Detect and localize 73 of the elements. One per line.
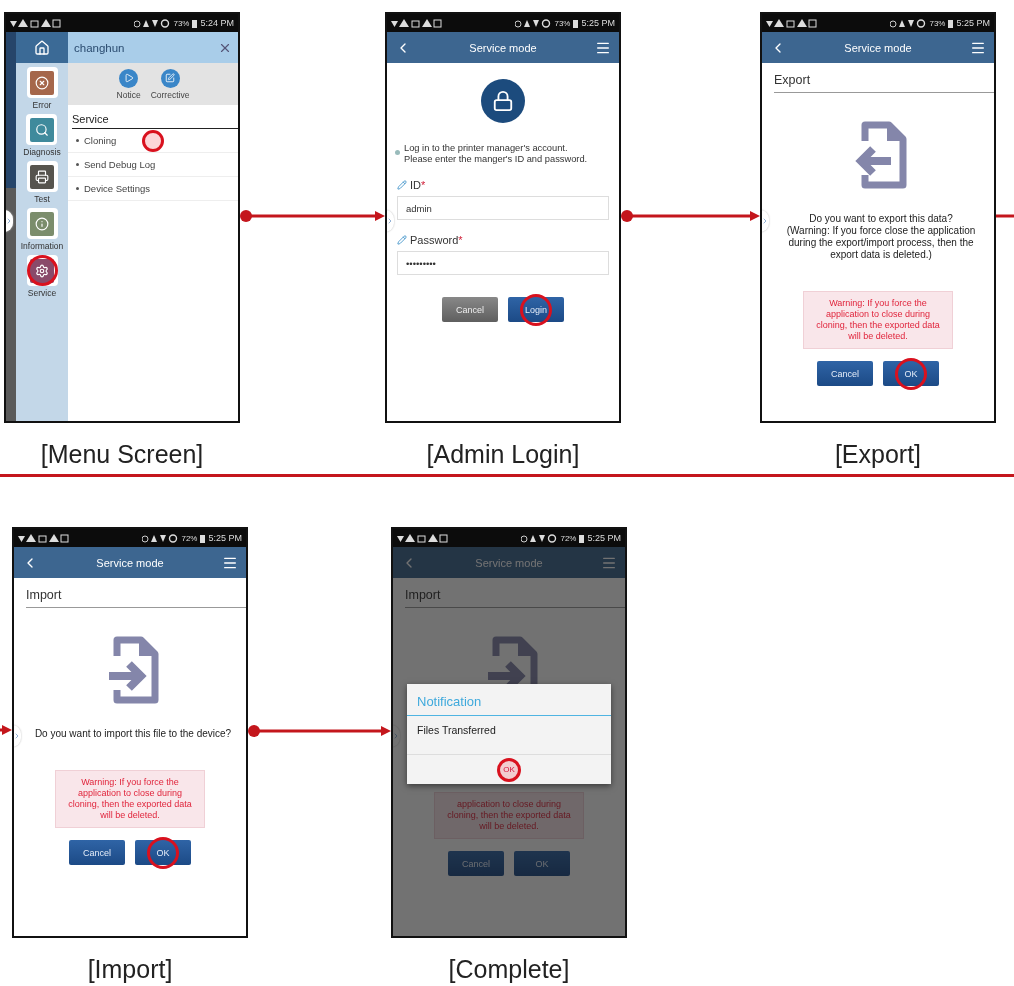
screen-caption: [Import]: [87, 954, 173, 984]
action-button[interactable]: Cancel: [69, 840, 125, 865]
battery-icon: [192, 18, 198, 28]
status-time: 5:25 PM: [956, 18, 990, 28]
status-time: 5:24 PM: [200, 18, 234, 28]
menu-item[interactable]: Send Debug Log: [68, 153, 238, 177]
home-button[interactable]: [16, 32, 68, 63]
warning-message: Warning: If you force the application to close during cloning, then the exported data will be deleted.: [55, 770, 205, 828]
system-icons-drawing: [142, 533, 179, 543]
status-icons-drawing: [18, 533, 70, 543]
screen-heading: Import: [405, 588, 625, 608]
screen-caption: [Complete]: [448, 954, 570, 984]
edit-icon: [160, 68, 180, 88]
status-icons-drawing: [397, 533, 449, 543]
screen-caption: [Admin Login]: [426, 439, 580, 469]
ok-button[interactable]: OK: [493, 759, 525, 780]
input-field[interactable]: •••••••••: [397, 251, 609, 275]
app-bar-title: Service mode: [96, 556, 164, 569]
app-bar-title: Service mode: [844, 41, 912, 54]
pencil-icon: [397, 180, 407, 190]
flow-arrow: [0, 723, 12, 737]
battery-percent: 72%: [181, 533, 198, 543]
battery-percent: 72%: [560, 533, 577, 543]
battery-icon: [200, 533, 206, 543]
app-bar-title: Service mode: [475, 556, 543, 569]
drawer-handle[interactable]: [762, 210, 769, 232]
menu-item[interactable]: Cloning: [68, 129, 238, 153]
system-icons-drawing: [134, 18, 171, 28]
battery-percent: 73%: [554, 18, 571, 28]
action-button[interactable]: Cancel: [817, 361, 873, 386]
app-bar-title: Service mode: [469, 41, 537, 54]
screen-heading: Export: [774, 73, 994, 93]
battery-icon: [579, 533, 585, 543]
system-icons-drawing: [515, 18, 552, 28]
pencil-icon: [397, 235, 407, 245]
confirm-question: Do you want to import this file to the device?: [33, 728, 233, 740]
screen-caption: [Export]: [834, 439, 922, 469]
play-icon: [119, 68, 139, 88]
drawer-handle[interactable]: [387, 210, 394, 232]
quick-action-button[interactable]: Notice: [116, 68, 141, 100]
cancel-button[interactable]: Cancel: [442, 297, 498, 322]
status-time: 5:25 PM: [581, 18, 615, 28]
quick-action-button[interactable]: Corrective: [150, 68, 190, 100]
battery-icon: [573, 18, 579, 28]
battery-percent: 73%: [173, 18, 190, 28]
login-instructions: Log in to the printer manager's account. Please enter the manger's ID and password.: [404, 143, 588, 165]
field-label: ID*: [410, 179, 426, 191]
system-icons-drawing: [521, 533, 558, 543]
status-icons-drawing: [391, 18, 443, 28]
confirm-question: Do you want to export this data? (Warning: If you force close the application during the export/import process, then the export data is deleted.): [785, 213, 977, 261]
status-icons-drawing: [766, 18, 818, 28]
screen-caption: [Menu Screen]: [40, 439, 204, 469]
status-icons-drawing: [10, 18, 62, 28]
status-time: 5:25 PM: [587, 533, 621, 543]
dialog-title: Notification: [407, 684, 611, 716]
status-time: 5:25 PM: [208, 533, 242, 543]
home-icon: [34, 39, 50, 56]
battery-percent: 73%: [929, 18, 946, 28]
warning-message: application to close during cloning, then the exported data will be deleted.: [434, 792, 584, 839]
lock-icon: [481, 79, 525, 123]
battery-icon: [948, 18, 954, 28]
menu-item[interactable]: Device Settings: [68, 177, 238, 201]
field-label: Password*: [410, 234, 463, 246]
input-field[interactable]: admin: [397, 196, 609, 220]
warning-message: Warning: If you force the application to close during cloning, then the exported data will be deleted.: [803, 291, 953, 349]
screen-heading: Import: [26, 588, 246, 608]
drawer-handle[interactable]: [14, 725, 21, 747]
drawer-handle[interactable]: [393, 725, 400, 747]
system-icons-drawing: [890, 18, 927, 28]
section-title: Service: [72, 113, 238, 129]
user-name: changhun: [74, 41, 125, 54]
drawer-handle[interactable]: [6, 210, 13, 232]
dialog-message: Files Transferred: [407, 716, 611, 755]
